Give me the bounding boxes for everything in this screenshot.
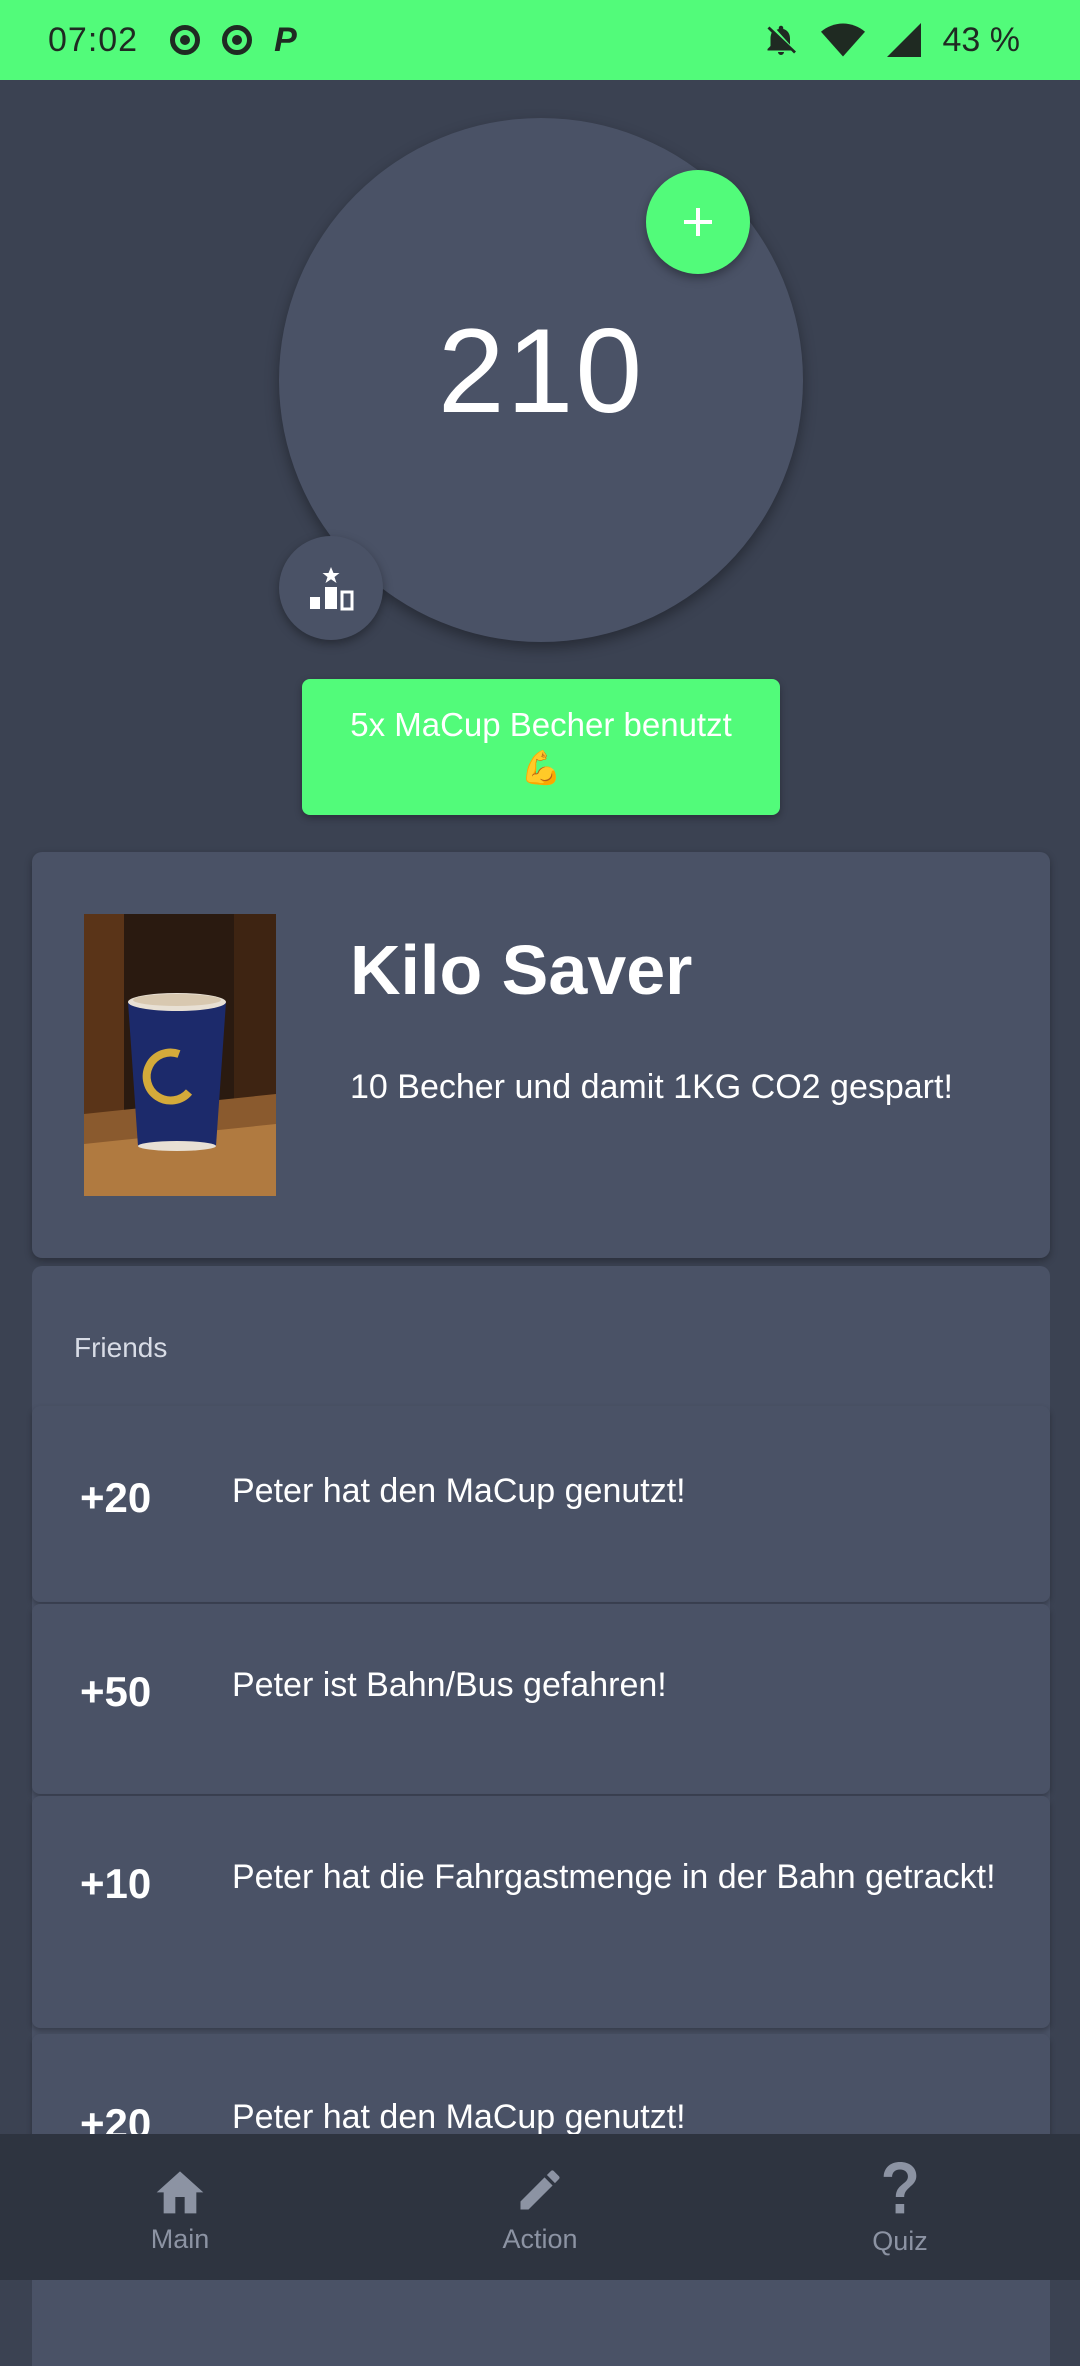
badge-card[interactable]: Kilo Saver 10 Becher und damit 1KG CO2 g… bbox=[32, 852, 1050, 1258]
badge-description: 10 Becher und damit 1KG CO2 gespart! bbox=[350, 1068, 953, 1106]
badge-title: Kilo Saver bbox=[350, 931, 693, 1009]
record-icon bbox=[170, 25, 201, 55]
battery-text: 43 % bbox=[942, 20, 1021, 59]
friends-title: Friends bbox=[74, 1332, 168, 1363]
parking-icon: P bbox=[274, 20, 297, 59]
feed-text: Peter hat die Fahrgastmenge in der Bahn … bbox=[232, 1858, 996, 1896]
status-time: 07:02 bbox=[48, 20, 139, 59]
feed-points: +20 bbox=[80, 1474, 152, 1521]
nav-label-action: Action bbox=[502, 2223, 578, 2254]
feed-points: +10 bbox=[80, 1860, 152, 1907]
badge-image bbox=[84, 914, 276, 1196]
nav-item-action[interactable]: Action bbox=[360, 2134, 720, 2280]
bottom-navigation: Main Action Quiz bbox=[0, 2134, 1080, 2280]
feed-item[interactable]: +50 Peter ist Bahn/Bus gefahren! bbox=[32, 1604, 1050, 1794]
feed-item[interactable]: +10 Peter hat die Fahrgastmenge in der B… bbox=[32, 1796, 1050, 2028]
nav-label-quiz: Quiz bbox=[872, 2225, 928, 2256]
feed-item[interactable]: +20 Peter hat den MaCup genutzt! bbox=[32, 1406, 1050, 1602]
cup-image bbox=[84, 914, 276, 1196]
toast-emoji: 💪 bbox=[520, 749, 562, 786]
plus-icon bbox=[684, 208, 712, 236]
pencil-icon bbox=[520, 2170, 560, 2209]
add-points-button[interactable] bbox=[646, 170, 750, 274]
nav-item-quiz[interactable]: Quiz bbox=[720, 2134, 1080, 2280]
leaderboard-button[interactable] bbox=[279, 536, 383, 640]
question-icon bbox=[883, 2161, 917, 2213]
status-bar: 07:02 P 43 % bbox=[0, 0, 1080, 80]
podium-icon bbox=[310, 567, 354, 611]
bell-off-icon bbox=[767, 25, 796, 55]
wifi-icon bbox=[820, 23, 865, 57]
signal-icon bbox=[886, 23, 921, 57]
toast-text: 5x MaCup Becher benutzt bbox=[350, 706, 732, 744]
nav-label-main: Main bbox=[150, 2223, 210, 2254]
home-icon bbox=[156, 2170, 204, 2213]
record-icon bbox=[222, 25, 253, 55]
nav-item-main[interactable]: Main bbox=[0, 2134, 360, 2280]
feed-text: Peter ist Bahn/Bus gefahren! bbox=[232, 1666, 667, 1704]
feed-text: Peter hat den MaCup genutzt! bbox=[232, 1472, 686, 1510]
achievement-toast: 5x MaCup Becher benutzt 💪 bbox=[302, 679, 780, 815]
feed-points: +50 bbox=[80, 1668, 152, 1715]
status-left: 07:02 P bbox=[48, 21, 297, 60]
score-value: 210 bbox=[437, 304, 645, 438]
status-right: 43 % bbox=[763, 20, 1021, 60]
